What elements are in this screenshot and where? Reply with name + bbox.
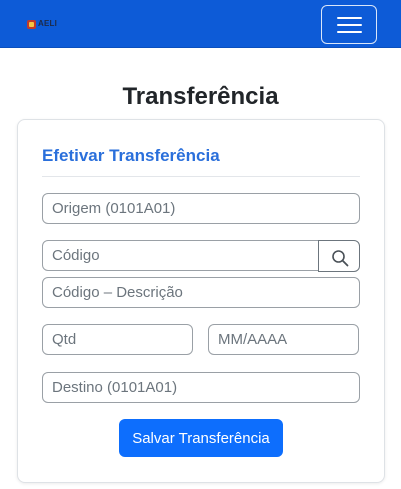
navbar-toggle-button[interactable] bbox=[321, 5, 377, 44]
codigo-input[interactable] bbox=[42, 240, 319, 271]
card-divider bbox=[42, 176, 360, 177]
codigo-descricao-input[interactable] bbox=[42, 277, 360, 308]
search-codigo-button[interactable] bbox=[318, 240, 360, 272]
logo-icon bbox=[27, 19, 36, 29]
card-title: Efetivar Transferência bbox=[42, 146, 220, 165]
hamburger-menu-icon bbox=[337, 17, 362, 19]
quantidade-input[interactable] bbox=[42, 324, 193, 355]
destino-input[interactable] bbox=[42, 372, 360, 403]
brand-logo[interactable]: AELI bbox=[27, 17, 57, 31]
page-title: Transferência bbox=[122, 83, 279, 110]
mes-ano-input[interactable] bbox=[208, 324, 359, 355]
save-transfer-button[interactable]: Salvar Transferência bbox=[119, 419, 283, 457]
search-icon bbox=[332, 250, 349, 267]
origem-input[interactable] bbox=[42, 193, 360, 224]
brand-text: AELI bbox=[38, 19, 58, 28]
navbar: AELI bbox=[0, 0, 401, 48]
